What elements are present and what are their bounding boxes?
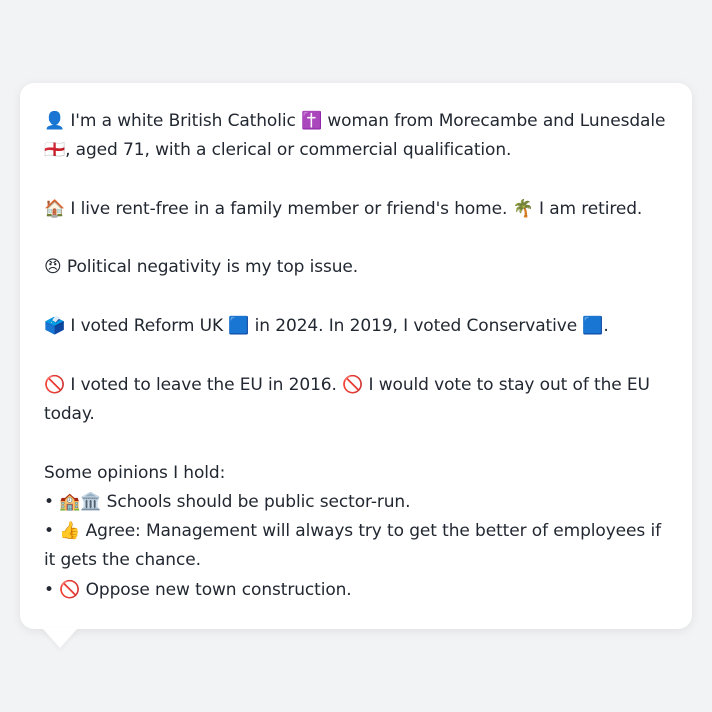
message-text: 👤 I'm a white British Catholic ✝️ woman … (44, 107, 668, 605)
eu-paragraph: 🚫 I voted to leave the EU in 2016. 🚫 I w… (44, 374, 650, 424)
housing-paragraph: 🏠 I live rent-free in a family member or… (44, 198, 643, 219)
opinion-item: • 👍 Agree: Management will always try to… (44, 521, 661, 571)
message-bubble: 👤 I'm a white British Catholic ✝️ woman … (20, 83, 692, 629)
issue-paragraph: 😠 Political negativity is my top issue. (44, 257, 359, 278)
opinion-item: • 🏫🏛️ Schools should be public sector-ru… (44, 491, 411, 512)
opinions-heading: Some opinions I hold: (44, 462, 226, 483)
bubble-tail (42, 628, 78, 648)
opinion-item: • 🚫 Oppose new town construction. (44, 579, 352, 600)
identity-paragraph: 👤 I'm a white British Catholic ✝️ woman … (44, 111, 666, 161)
vote-paragraph: 🗳️ I voted Reform UK 🟦 in 2024. In 2019,… (44, 316, 609, 337)
